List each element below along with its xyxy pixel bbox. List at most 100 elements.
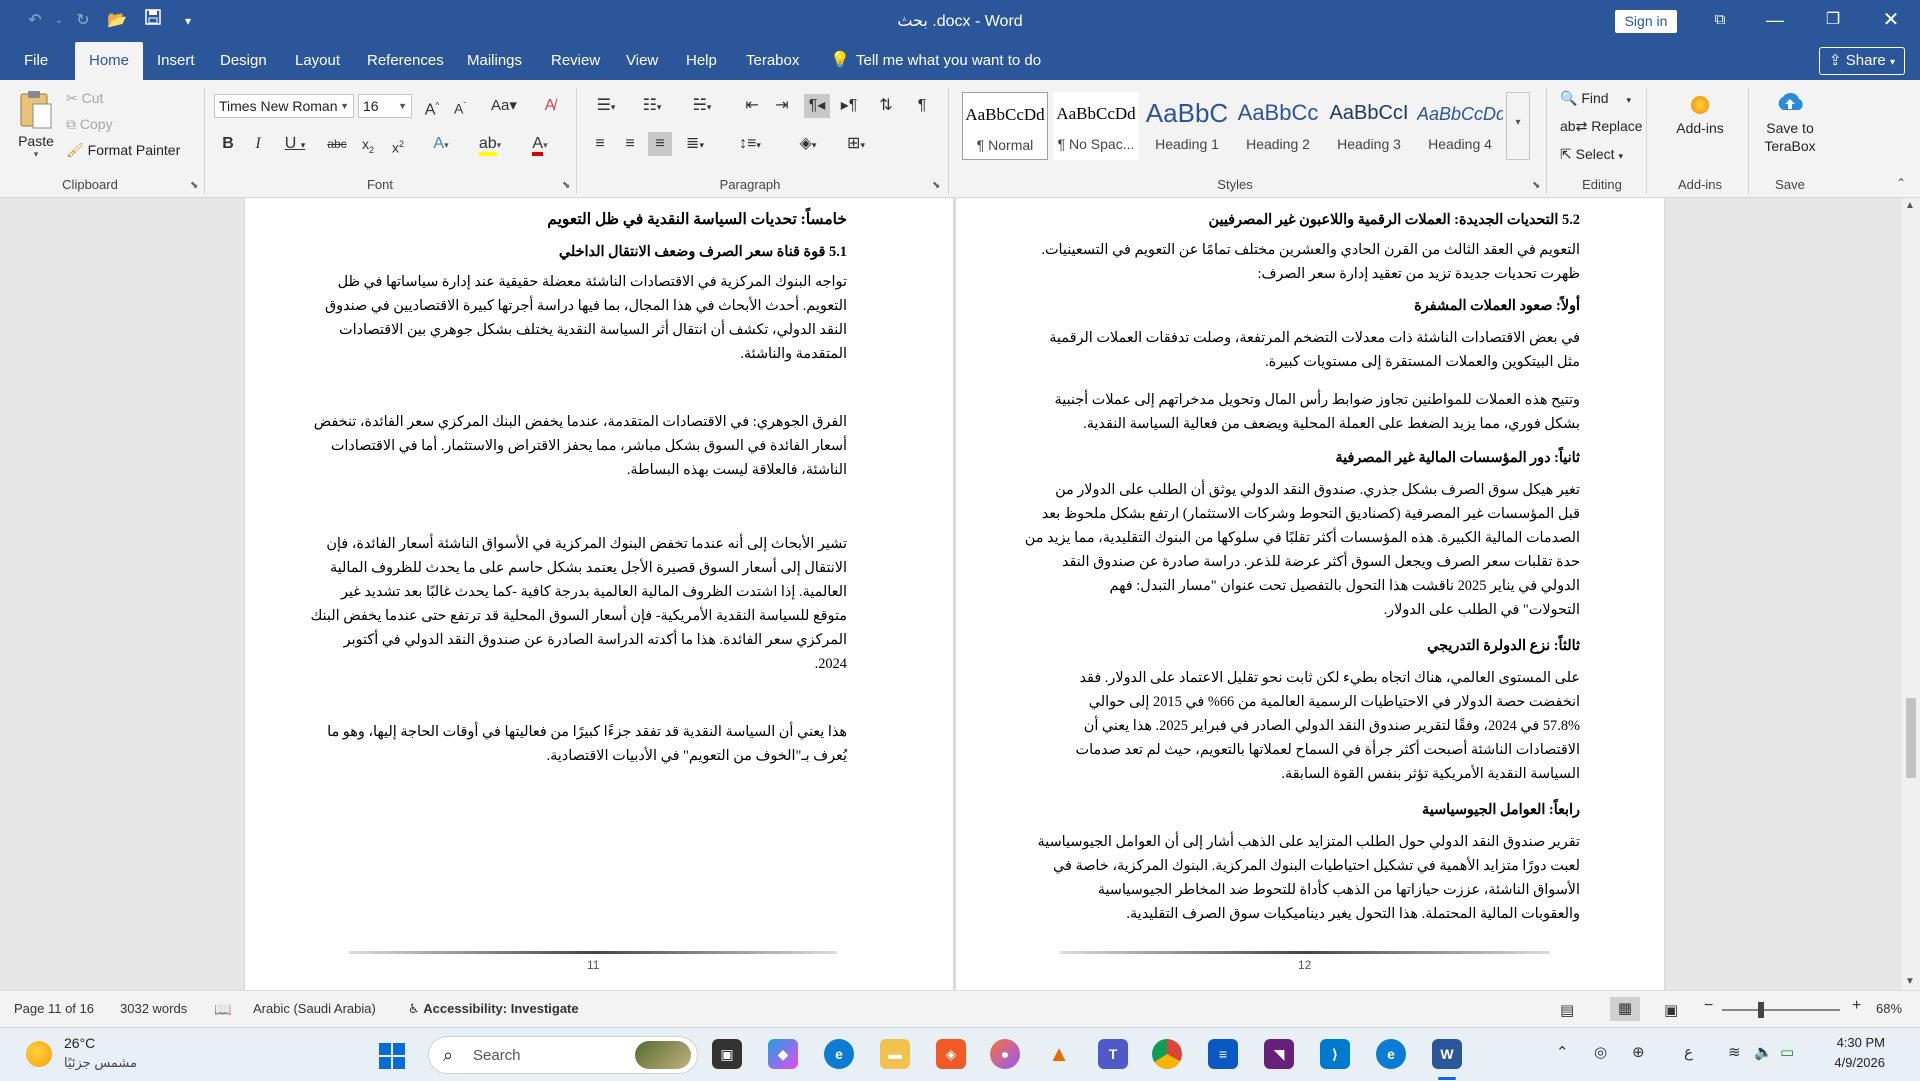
decrease-indent-icon[interactable]: ⇤ [740, 94, 764, 118]
clock-time[interactable]: 4:30 PM [1825, 1035, 1885, 1050]
font-color-icon[interactable]: A▾ [520, 132, 560, 156]
replace-button[interactable]: ab⇄ Replace [1560, 118, 1643, 135]
windows-start-icon[interactable] [378, 1042, 406, 1070]
network-globe-icon[interactable]: ⊕ [1632, 1043, 1645, 1061]
zoom-slider-thumb[interactable] [1758, 1002, 1764, 1018]
superscript-icon[interactable]: x2 [386, 132, 410, 156]
sign-in-button[interactable]: Sign in [1615, 10, 1677, 33]
tab-review[interactable]: Review [551, 42, 600, 80]
shrink-font-icon[interactable]: Aˇ [450, 94, 470, 118]
scrollbar-thumb[interactable] [1906, 698, 1916, 778]
show-hidden-icons-icon[interactable]: ⌃ [1556, 1043, 1569, 1061]
save-to-terabox-button[interactable]: Save to TeraBox [1752, 88, 1828, 155]
restore-icon[interactable]: ❐ [1810, 0, 1856, 42]
weather-description[interactable]: مشمس جزئيًا [64, 1055, 137, 1071]
weather-temperature[interactable]: 26°C [64, 1035, 95, 1051]
vlc-icon[interactable]: ▲ [1044, 1039, 1074, 1069]
show-formatting-marks-icon[interactable]: ¶ [910, 94, 934, 118]
paste-button[interactable]: Paste ▾ [14, 88, 58, 170]
tab-terabox[interactable]: Terabox [746, 42, 799, 80]
tab-references[interactable]: References [367, 42, 444, 80]
increase-indent-icon[interactable]: ⇥ [770, 94, 794, 118]
page-count-status[interactable]: Page 11 of 16 [14, 1001, 94, 1016]
vscode-icon[interactable]: ⟩ [1320, 1039, 1350, 1069]
battery-icon[interactable]: ▭ [1780, 1043, 1794, 1061]
align-left-icon[interactable]: ≡ [588, 132, 612, 156]
visual-studio-icon[interactable]: ◥ [1264, 1039, 1294, 1069]
underline-icon[interactable]: U ▾ [278, 132, 312, 156]
subscript-icon[interactable]: x2 [356, 132, 380, 156]
align-right-icon[interactable]: ≡ [648, 132, 672, 156]
ribbon-display-options-icon[interactable]: ⧉ [1697, 0, 1743, 42]
tab-insert[interactable]: Insert [157, 42, 195, 80]
teams-icon[interactable]: T [1098, 1039, 1128, 1069]
zoom-out-icon[interactable]: − [1704, 997, 1713, 1015]
styles-more-button[interactable]: ▾ [1506, 92, 1530, 160]
styles-launcher-icon[interactable]: ⬊ [1532, 180, 1540, 191]
sort-icon[interactable]: ⇅ [874, 94, 898, 118]
edge-icon[interactable]: e [824, 1039, 854, 1069]
style-heading-1[interactable]: AaBbC Heading 1 [1144, 92, 1230, 160]
clipboard-launcher-icon[interactable]: ⬊ [190, 180, 198, 191]
align-center-icon[interactable]: ≡ [618, 132, 642, 156]
zoom-slider[interactable] [1722, 1002, 1840, 1018]
firefox-icon[interactable]: ● [990, 1039, 1020, 1069]
proofing-icon[interactable]: 📖 [214, 1001, 231, 1018]
word-icon[interactable]: W [1432, 1039, 1462, 1069]
style-heading-4[interactable]: AaBbCcDd Heading 4 [1417, 92, 1503, 160]
close-icon[interactable]: ✕ [1868, 0, 1914, 42]
tell-me-search[interactable]: 💡 Tell me what you want to do [830, 42, 1041, 80]
cut-button[interactable]: ✂ Cut [66, 90, 103, 107]
chrome-icon[interactable] [1152, 1039, 1182, 1069]
minimize-icon[interactable]: — [1752, 0, 1798, 42]
bullets-icon[interactable]: ☰▾ [588, 94, 624, 118]
tab-help[interactable]: Help [686, 42, 717, 80]
task-view-icon[interactable]: ▣ [712, 1039, 742, 1069]
print-layout-icon[interactable]: ▦ [1610, 997, 1640, 1021]
weather-sun-icon[interactable] [26, 1041, 52, 1067]
tab-mailings[interactable]: Mailings [467, 42, 522, 80]
right-to-left-icon[interactable]: ¶◂ [804, 94, 830, 118]
left-to-right-icon[interactable]: ▸¶ [836, 94, 862, 118]
page-11[interactable]: خامساً: تحديات السياسة النقدية في ظل الت… [245, 198, 953, 990]
tray-app-icon[interactable]: ◎ [1594, 1043, 1607, 1061]
tab-view[interactable]: View [626, 42, 658, 80]
line-spacing-icon[interactable]: ↕≡▾ [730, 132, 770, 156]
style-no-spacing[interactable]: AaBbCcDd ¶ No Spac... [1053, 92, 1139, 160]
change-case-icon[interactable]: Aa▾ [486, 94, 522, 118]
clock-date[interactable]: 4/9/2026 [1816, 1055, 1885, 1070]
tab-file[interactable]: File [24, 42, 48, 80]
font-name-combo[interactable]: Times New Roman ▼ [214, 94, 354, 118]
collapse-ribbon-icon[interactable]: ⌃ [1896, 176, 1906, 190]
accessibility-status[interactable]: ♿ Accessibility: Investigate [408, 1001, 579, 1017]
input-language-indicator[interactable]: ع [1684, 1043, 1693, 1061]
read-mode-icon[interactable]: ▤ [1560, 1001, 1574, 1019]
paragraph-launcher-icon[interactable]: ⬊ [932, 180, 940, 191]
grow-font-icon[interactable]: A^ [422, 94, 442, 118]
edge-beta-icon[interactable]: e [1376, 1039, 1406, 1069]
justify-icon[interactable]: ≣▾ [678, 132, 712, 156]
web-layout-icon[interactable]: ▣ [1664, 1001, 1678, 1019]
font-size-combo[interactable]: 16 ▼ [358, 94, 412, 118]
app-icon[interactable]: ≡ [1208, 1039, 1238, 1069]
find-button[interactable]: 🔍 Find ▾ [1560, 90, 1631, 107]
scroll-up-icon[interactable]: ▲ [1905, 200, 1915, 211]
clear-formatting-icon[interactable]: A̸ [540, 94, 560, 118]
style-heading-2[interactable]: AaBbCc Heading 2 [1235, 92, 1321, 160]
italic-icon[interactable]: I [248, 132, 268, 156]
paste-dropdown-icon[interactable]: ▾ [14, 149, 58, 160]
style-normal[interactable]: AaBbCcDd ¶ Normal [962, 92, 1048, 160]
format-painter-button[interactable]: 🖌 Format Painter [66, 142, 180, 159]
share-button[interactable]: ⇪ Share ▾ [1819, 47, 1905, 75]
page-12[interactable]: 5.2 التحديات الجديدة: العملات الرقمية وا… [956, 198, 1664, 990]
file-explorer-icon[interactable]: ▬ [880, 1039, 910, 1069]
copy-button[interactable]: ⧉ Copy [66, 116, 113, 133]
copilot-icon[interactable]: ◆ [768, 1039, 798, 1069]
volume-icon[interactable]: 🔈 [1754, 1043, 1773, 1061]
add-ins-button[interactable]: Add-ins [1656, 90, 1744, 136]
font-launcher-icon[interactable]: ⬊ [562, 180, 570, 191]
brave-icon[interactable]: ◈ [936, 1039, 966, 1069]
tab-layout[interactable]: Layout [295, 42, 340, 80]
zoom-level[interactable]: 68% [1876, 1001, 1902, 1016]
bold-icon[interactable]: B [218, 132, 238, 156]
